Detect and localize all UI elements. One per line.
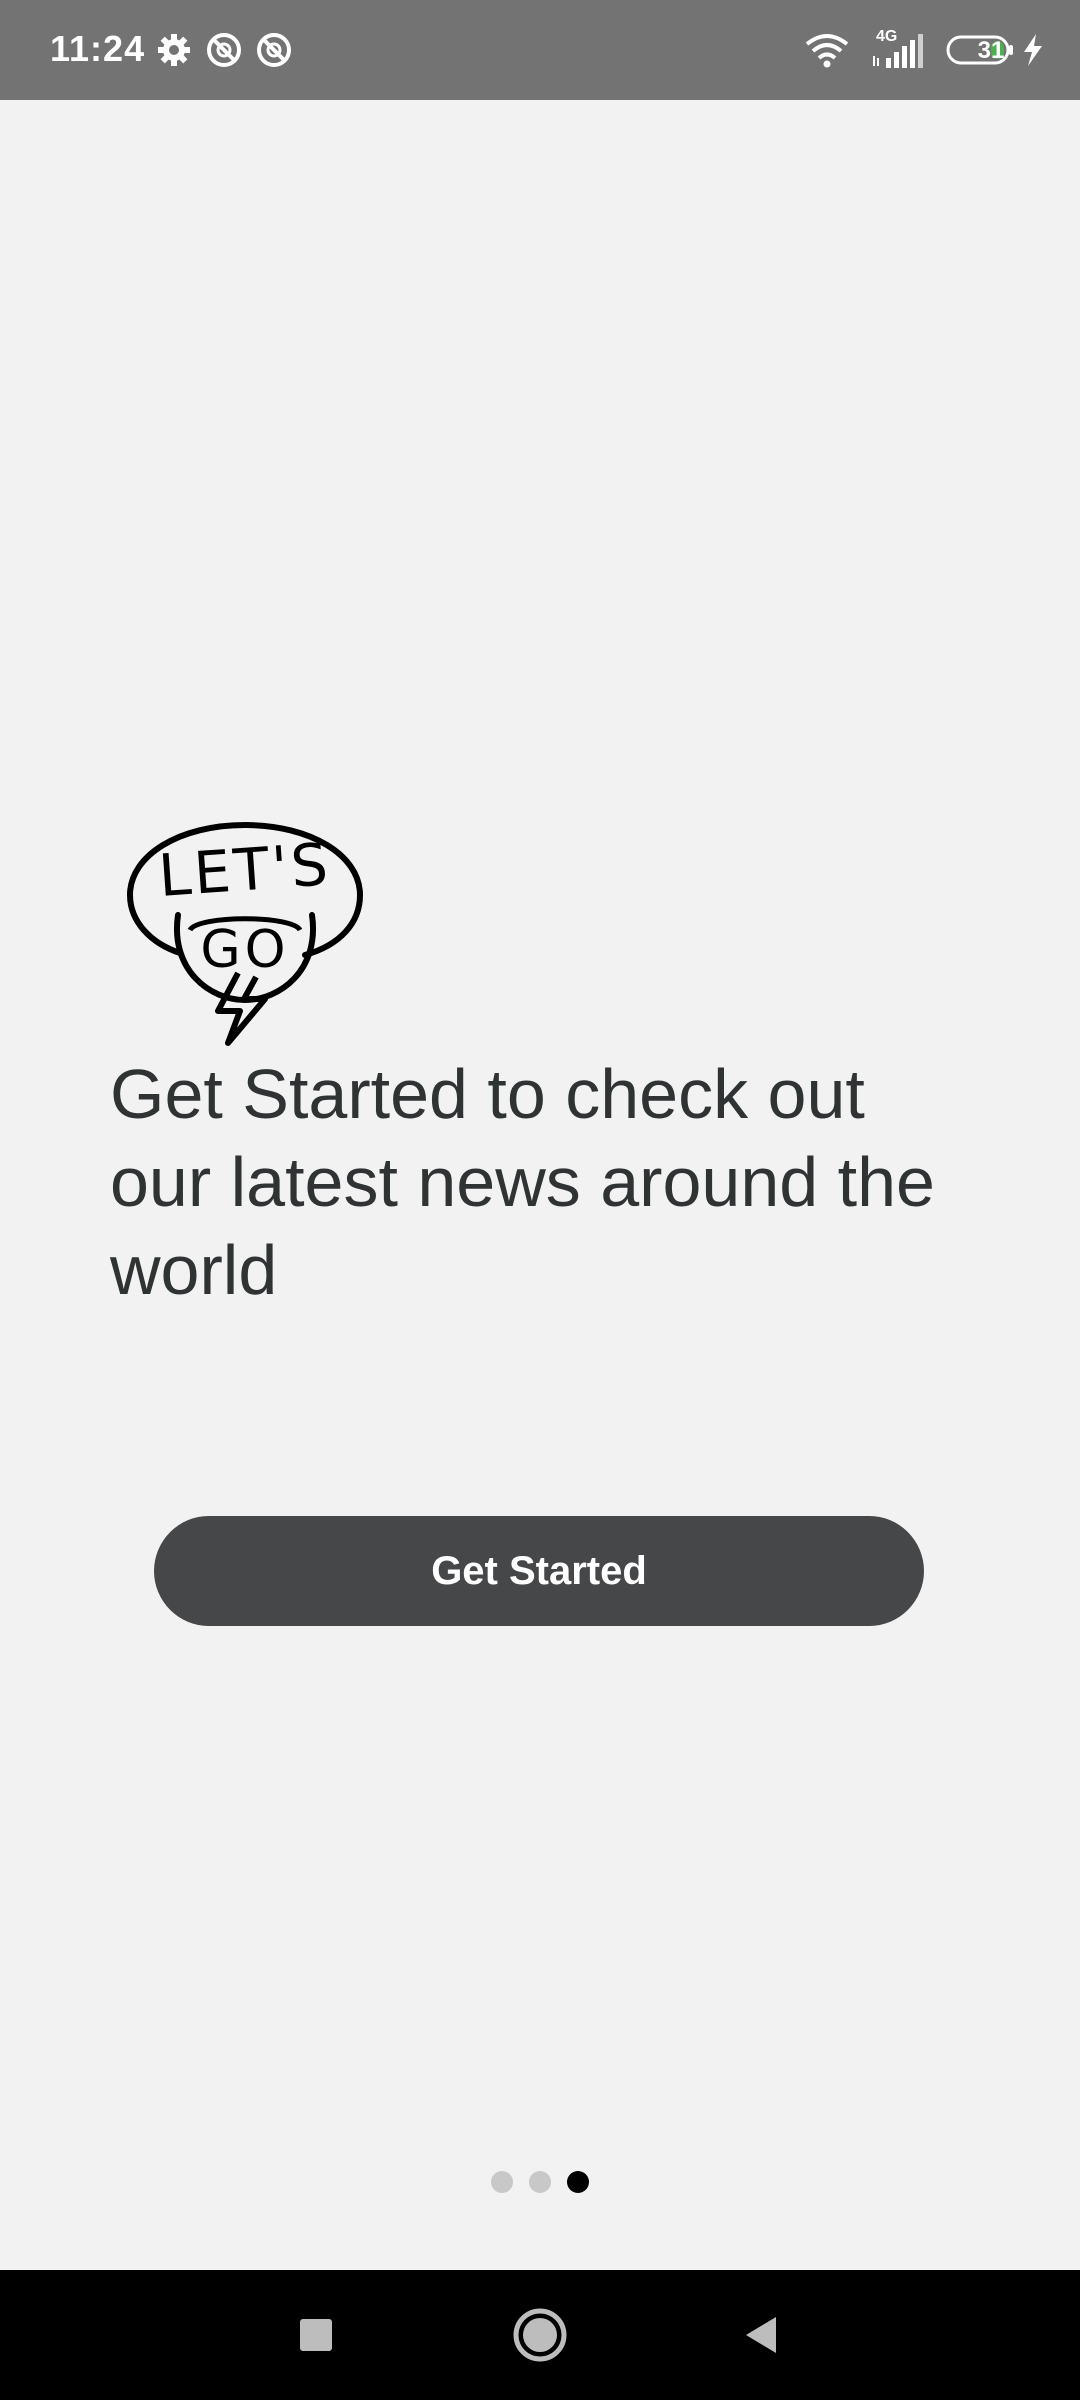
onboarding-screen: LET'S GO Get Started to check out our la…	[0, 100, 1080, 2270]
cellular-signal-icon	[873, 34, 923, 68]
back-button[interactable]	[722, 2295, 802, 2375]
page-indicator	[0, 2170, 1080, 2194]
settings-icon	[158, 34, 190, 66]
get-started-button[interactable]: Get Started	[154, 1516, 924, 1626]
status-time: 11:24	[50, 28, 146, 69]
status-bar: 11:24 4G 31	[0, 0, 1080, 100]
recent-apps-button[interactable]	[276, 2295, 356, 2375]
home-icon	[513, 2308, 567, 2362]
charging-icon	[1024, 34, 1042, 66]
page-dot[interactable]	[529, 2171, 551, 2193]
no-disturb-icon	[207, 33, 241, 67]
no-disturb-icon	[257, 33, 291, 67]
navigation-bar	[0, 2270, 1080, 2400]
logo-text-bottom: GO	[200, 920, 289, 980]
recent-apps-icon	[300, 2319, 332, 2351]
page-dot-active[interactable]	[567, 2171, 589, 2193]
back-icon	[746, 2317, 776, 2353]
battery-level: 31	[977, 37, 1005, 64]
home-button[interactable]	[500, 2295, 580, 2375]
page-dot[interactable]	[491, 2171, 513, 2193]
lets-go-logo-icon: LET'S GO	[126, 821, 364, 1046]
onboarding-headline: Get Started to check out our latest news…	[110, 1055, 935, 1309]
logo-text-top: LET'S	[156, 830, 332, 910]
wifi-icon	[805, 34, 849, 68]
